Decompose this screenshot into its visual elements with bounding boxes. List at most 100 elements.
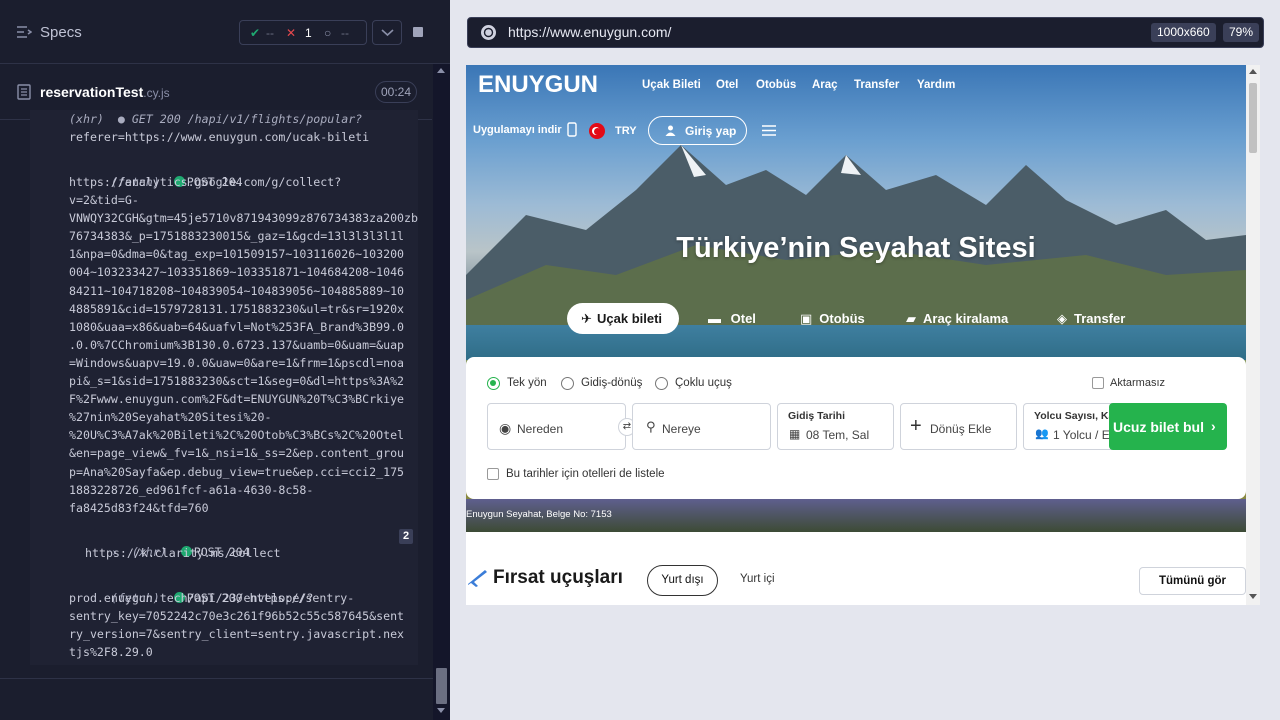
stop-icon	[413, 27, 423, 37]
tab-domestic[interactable]: Yurt içi	[740, 573, 775, 585]
globe-icon	[481, 25, 496, 40]
spec-name-text: reservationTest	[40, 84, 144, 100]
log-url: prod.enuygun.tech/api/23/envelope/? sent…	[69, 591, 405, 660]
tab-car-label: Araç kiralama	[923, 311, 1009, 326]
radio-multi-city[interactable]: Çoklu uçuş	[655, 377, 732, 390]
hamburger-menu-icon[interactable]	[762, 125, 776, 136]
site-logo[interactable]: ENUYGUN	[478, 71, 598, 99]
aut-scroll-thumb[interactable]	[1249, 83, 1257, 153]
passed-count: --	[266, 26, 274, 40]
tab-bus-label: Otobüs	[819, 311, 865, 326]
test-stats: ✔ -- ✕ 1 ○ --	[239, 20, 367, 45]
return-label: Dönüş Ekle	[930, 422, 992, 436]
phone-icon	[567, 122, 577, 137]
test-duration: 00:24	[375, 81, 417, 103]
nav-otobus[interactable]: Otobüs	[756, 79, 796, 91]
runner-footer	[0, 678, 433, 720]
calendar-icon: ▦	[789, 427, 801, 441]
nonstop-checkbox[interactable]: Aktarmasız	[1092, 377, 1165, 389]
nav-transfer[interactable]: Transfer	[854, 79, 899, 91]
scroll-up-icon[interactable]	[437, 68, 445, 73]
log-scroll-thumb[interactable]	[436, 668, 447, 704]
log-url: https://analytics.google.com/g/collect? …	[69, 175, 418, 515]
chevron-right-icon: ›	[1211, 418, 1216, 434]
scroll-down-icon[interactable]	[1249, 594, 1257, 599]
search-flights-button[interactable]: Ucuz bilet bul ›	[1109, 403, 1227, 450]
tab-transfer-label: Transfer	[1074, 311, 1126, 326]
return-date-field[interactable]: + Dönüş Ekle	[900, 403, 1017, 450]
pass-icon: ✔	[250, 26, 261, 40]
login-label: Giriş yap	[685, 124, 737, 138]
destination-field[interactable]: ⚲ Nereye	[632, 403, 771, 450]
currency-selector[interactable]: TRY	[615, 125, 637, 137]
hero-section: ENUYGUN Uçak Bileti Otel Otobüs Araç Tra…	[466, 65, 1246, 532]
url-text[interactable]: https://www.enuygun.com/	[508, 24, 671, 40]
origin-field[interactable]: ◉ Nereden	[487, 403, 626, 450]
crosshair-icon: ◉	[499, 420, 512, 436]
tab-international[interactable]: Yurt dışı	[647, 565, 718, 596]
airplane-icon	[468, 570, 487, 587]
scroll-up-icon[interactable]	[1249, 69, 1257, 74]
tab-car[interactable]: ▰ Araç kiralama	[906, 303, 1008, 334]
depart-label: Gidiş Tarihi	[788, 410, 845, 422]
hero-headline: Türkiye’nin Seyahat Sitesi	[676, 232, 1036, 264]
radio-one-way[interactable]: Tek yön	[487, 377, 547, 390]
see-all-button[interactable]: Tümünü gör	[1139, 567, 1246, 595]
tab-hotel[interactable]: ▬ Otel	[708, 303, 756, 334]
stop-button[interactable]	[405, 20, 431, 45]
turkey-flag-icon[interactable]	[589, 123, 605, 139]
log-scrollbar[interactable]	[433, 64, 450, 720]
pending-count: --	[341, 26, 349, 40]
radio-icon	[561, 377, 574, 390]
tab-hotel-label: Otel	[730, 311, 756, 326]
radio-one-way-label: Tek yön	[507, 377, 547, 389]
nav-otel[interactable]: Otel	[716, 79, 738, 91]
deals-title: Fırsat uçuşları	[493, 567, 623, 588]
log-url: https://k.clarity.ms/collect	[85, 546, 281, 560]
tab-bus[interactable]: ▣ Otobüs	[800, 303, 865, 334]
fail-icon: ✕	[286, 26, 297, 40]
command-log[interactable]: (xhr) ● GET 200 /hapi/v1/flights/popular…	[30, 110, 418, 665]
nav-arac[interactable]: Araç	[812, 79, 838, 91]
hotels-checkbox-label: Bu tarihler için otelleri de listele	[506, 468, 665, 480]
passenger-value: 1 Yolcu / E	[1053, 428, 1110, 442]
specs-list-icon[interactable]	[16, 25, 32, 39]
radio-icon	[655, 377, 668, 390]
radio-round-trip[interactable]: Gidiş-dönüş	[561, 377, 643, 390]
zoom-badge: 79%	[1223, 23, 1260, 42]
radio-icon	[487, 377, 500, 390]
chevron-down-icon	[381, 29, 394, 37]
tab-transfer[interactable]: ◈ Transfer	[1057, 303, 1125, 334]
failed-count: 1	[305, 26, 312, 40]
search-card: Tek yön Gidiş-dönüş Çoklu uçuş Aktarması…	[466, 357, 1246, 499]
pending-icon: ○	[324, 26, 332, 40]
license-credit: Enuygun Seyahat, Belge No: 7153	[466, 509, 612, 520]
runner-panel: Specs ✔ -- ✕ 1 ○ -- reservationTest.cy.j…	[0, 0, 450, 720]
bed-icon: ▬	[708, 311, 725, 326]
login-button[interactable]: Giriş yap	[648, 116, 747, 145]
plus-icon: +	[910, 415, 922, 437]
chevron-down-button[interactable]	[372, 20, 402, 45]
nav-yardim[interactable]: Yardım	[917, 79, 955, 91]
checkbox-icon	[487, 468, 499, 480]
log-line: referer=https://www.enuygun.com/ucak-bil…	[69, 130, 370, 144]
depart-date-field[interactable]: Gidiş Tarihi ▦ 08 Tem, Sal	[777, 403, 894, 450]
specs-label[interactable]: Specs	[40, 24, 82, 41]
log-line-prev: (xhr) ● GET 200 /hapi/v1/flights/popular…	[69, 112, 363, 126]
tab-flights-label: Uçak bileti	[597, 311, 663, 326]
app-under-test: ENUYGUN Uçak Bileti Otel Otobüs Araç Tra…	[466, 65, 1260, 605]
file-icon	[17, 84, 31, 100]
app-download-link[interactable]: Uygulamayı indir	[473, 124, 562, 136]
passenger-field[interactable]: Yolcu Sayısı, Ka... 👥 1 Yolcu / E	[1023, 403, 1123, 450]
user-icon	[665, 125, 676, 136]
spec-name[interactable]: reservationTest.cy.js	[40, 84, 170, 100]
search-button-label: Ucuz bilet bul	[1113, 419, 1204, 435]
pin-icon: ⚲	[646, 419, 656, 434]
hotels-checkbox[interactable]: Bu tarihler için otelleri de listele	[487, 468, 665, 480]
tab-flights[interactable]: ✈ Uçak bileti	[567, 303, 679, 334]
scroll-down-icon[interactable]	[437, 708, 445, 713]
nav-ucak[interactable]: Uçak Bileti	[642, 79, 701, 91]
origin-placeholder: Nereden	[517, 422, 564, 436]
radio-round-trip-label: Gidiş-dönüş	[581, 377, 643, 389]
depart-value: 08 Tem, Sal	[806, 428, 870, 442]
